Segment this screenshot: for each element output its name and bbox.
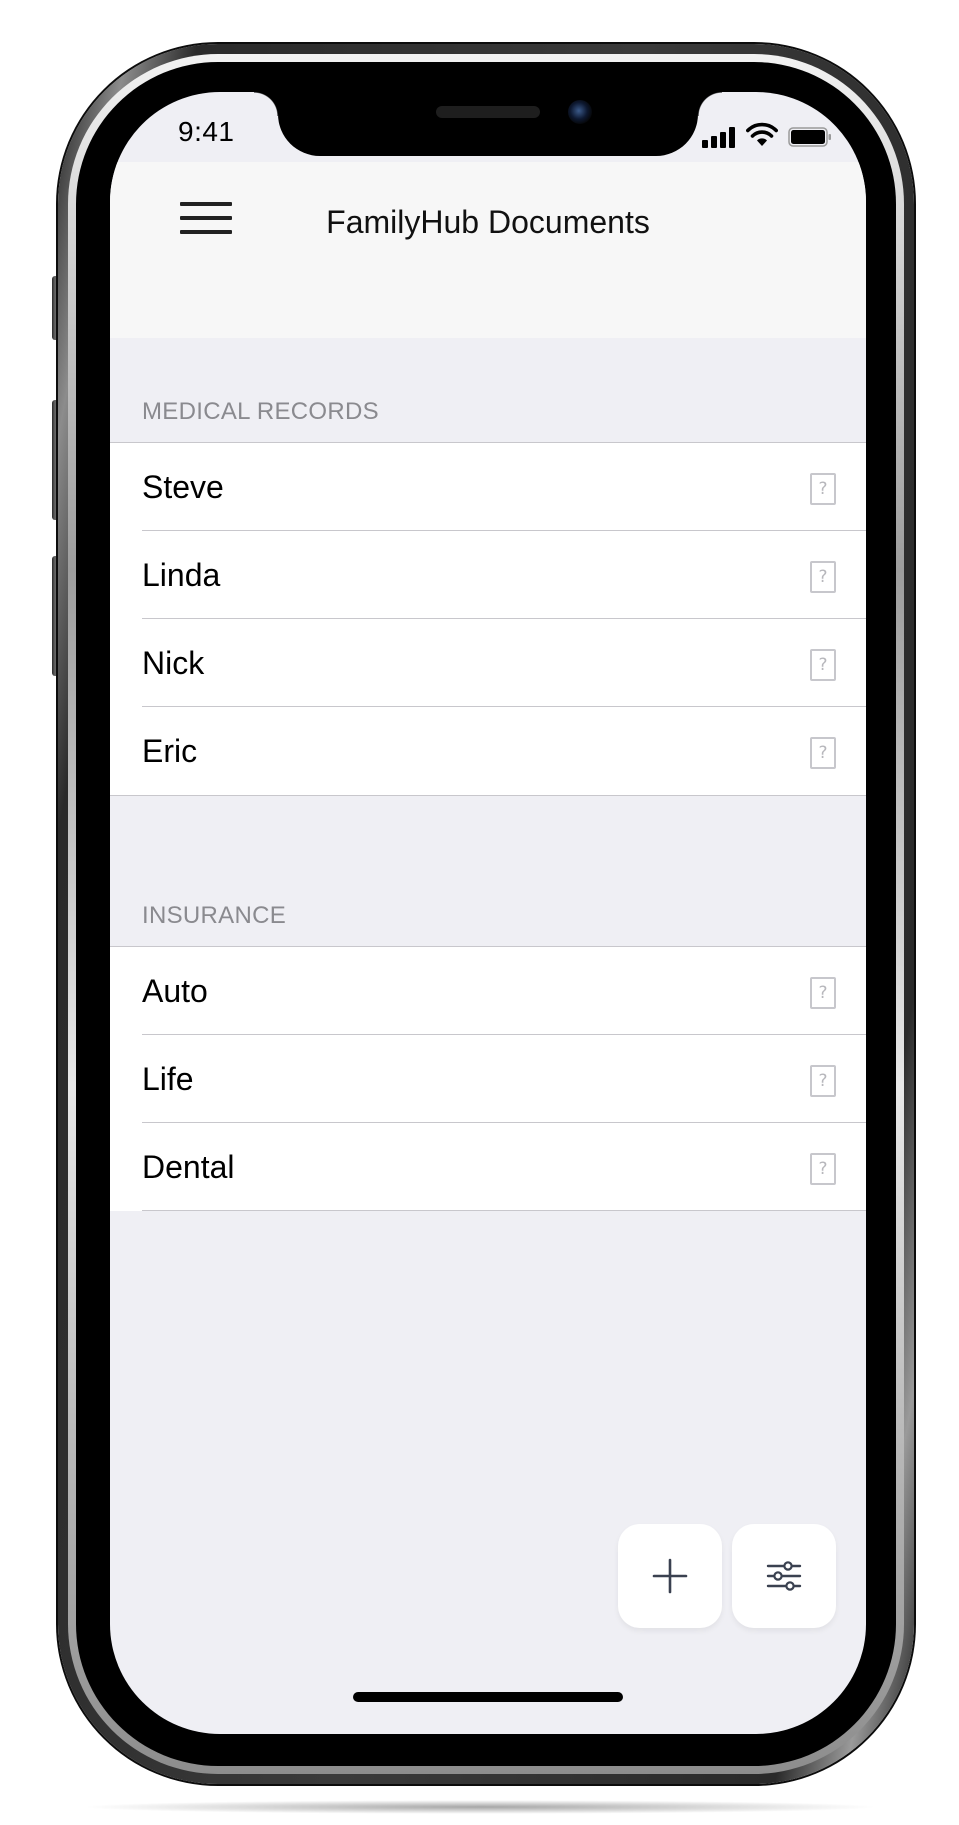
navigation-bar: FamilyHub Documents (110, 162, 866, 338)
home-indicator[interactable] (353, 1692, 623, 1702)
list-item-label: Linda (142, 557, 221, 593)
list-item-label: Life (142, 1061, 194, 1097)
list-item[interactable]: Eric ? (110, 707, 866, 795)
section-header-insurance: INSURANCE (142, 902, 287, 929)
list-item[interactable]: Auto ? (110, 947, 866, 1035)
document-icon: ? (810, 473, 836, 505)
cellular-signal-icon (702, 126, 738, 148)
status-time: 9:41 (178, 116, 235, 147)
list-item[interactable]: Dental ? (110, 1123, 866, 1211)
add-document-button[interactable] (618, 1524, 722, 1628)
document-icon: ? (810, 649, 836, 681)
medical-records-group: Steve ? Linda ? Nick ? Eric ? (110, 442, 866, 796)
battery-icon (788, 127, 831, 147)
document-icon: ? (810, 1065, 836, 1097)
notch (254, 92, 722, 156)
sliders-icon (766, 1561, 802, 1591)
document-icon: ? (810, 737, 836, 769)
section-header-medical-records: MEDICAL RECORDS (142, 398, 379, 425)
document-icon: ? (810, 561, 836, 593)
list-item-label: Steve (142, 469, 224, 505)
page-title: FamilyHub Documents (326, 204, 650, 240)
row-separator (142, 1210, 866, 1211)
filter-settings-button[interactable] (732, 1524, 836, 1628)
list-item[interactable]: Linda ? (110, 531, 866, 619)
list-item[interactable]: Steve ? (110, 443, 866, 531)
device-mockup: 9:41 FamilyHub Documents MEDICAL RECORDS… (0, 0, 959, 1825)
list-item-label: Dental (142, 1149, 235, 1185)
list-item-label: Eric (142, 733, 198, 769)
insurance-group: Auto ? Life ? Dental ? (110, 946, 866, 1211)
wifi-icon (746, 122, 778, 146)
device-shadow (80, 1800, 880, 1814)
list-item[interactable]: Nick ? (110, 619, 866, 707)
list-item-label: Nick (142, 645, 205, 681)
list-item[interactable]: Life ? (110, 1035, 866, 1123)
earpiece-speaker (436, 106, 540, 118)
plus-icon (652, 1558, 688, 1594)
front-camera (568, 100, 592, 124)
screen: 9:41 FamilyHub Documents MEDICAL RECORDS… (110, 92, 866, 1734)
document-icon: ? (810, 1153, 836, 1185)
list-item-label: Auto (142, 973, 208, 1009)
document-icon: ? (810, 977, 836, 1009)
